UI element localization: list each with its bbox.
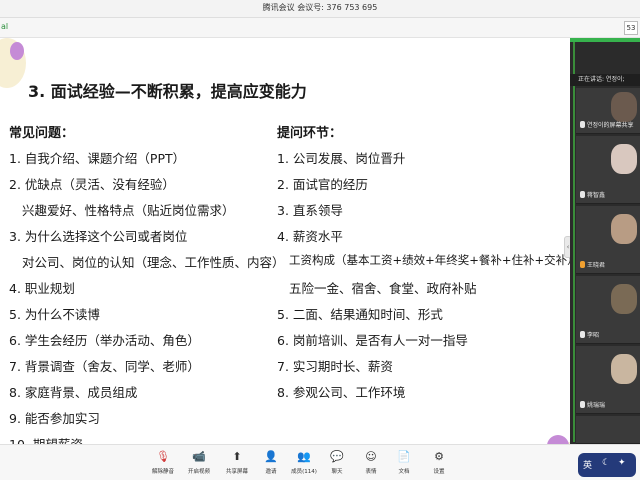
left-line: 7. 背景调查（舍友、同学、老师） (9, 359, 200, 374)
decorative-circle (547, 435, 569, 444)
participant-tile[interactable]: 姚瑞瑞 (576, 346, 640, 414)
meeting-window: 腾讯会议 会议号: 376 753 695 al 53 3. 面试经验—不断积累… (0, 0, 640, 480)
participant-name: 蒋智鑫 (580, 190, 605, 199)
top-strip: al 53 (0, 18, 640, 38)
right-line: 6. 岗前培训、是否有人一对一指导 (277, 333, 468, 348)
left-line: 9. 能否参加实习 (9, 411, 100, 426)
right-line: 8. 参观公司、工作环境 (277, 385, 406, 400)
settings-label: 设置 (433, 469, 445, 475)
unmute-label: 解除静音 (151, 469, 174, 475)
avatar (611, 354, 637, 384)
settings-icon: ⚙ (434, 450, 444, 463)
left-line: 对公司、岗位的认知（理念、工作性质、内容） (22, 255, 285, 270)
tab-label[interactable]: al (1, 22, 8, 31)
start-video-label: 开启视频 (187, 469, 210, 475)
avatar (611, 214, 637, 244)
chat-button[interactable]: 💬 聊天 (320, 450, 354, 475)
left-heading: 常见问题： (9, 126, 75, 141)
participants-panel: 正在讲话: 연정이; 연정이的屏幕共享 蒋智鑫 王晓君 李昭 姚瑞瑞 (570, 38, 640, 444)
left-line: 8. 家庭背景、成员组成 (9, 385, 138, 400)
decorative-circle (10, 42, 24, 60)
title-bar: 腾讯会议 会议号: 376 753 695 (0, 0, 640, 18)
microphone-icon (580, 191, 585, 198)
left-line: 4. 职业规划 (9, 281, 75, 296)
participant-tile-share[interactable]: 연정이的屏幕共享 (576, 88, 640, 134)
start-video-button[interactable]: 📹 开启视频 (182, 450, 216, 475)
share-indicator-bar (570, 38, 640, 42)
microphone-icon (580, 261, 585, 268)
members-icon: 👥 (297, 450, 311, 463)
unmute-button[interactable]: 🎙 解除静音 (146, 450, 180, 475)
left-line: 5. 为什么不读博 (9, 307, 100, 322)
left-line: 3. 为什么选择这个公司或者岗位 (9, 229, 188, 244)
microphone-icon (580, 401, 585, 408)
right-line: 2. 面试官的经历 (277, 177, 368, 192)
sparkle-icon: ✦ (618, 458, 626, 468)
ime-language-label: 英 (583, 461, 593, 471)
right-line: 五险一金、宿舍、食堂、政府补贴 (289, 281, 477, 296)
participant-name: 李昭 (580, 330, 599, 339)
right-line: 7. 实习期时长、薪资 (277, 359, 393, 374)
shared-slide: 3. 面试经验—不断积累，提高应变能力 常见问题： 1. 自我介绍、课题介绍（P… (0, 38, 570, 444)
window-title: 腾讯会议 会议号: 376 753 695 (262, 3, 378, 12)
members-button[interactable]: 👥 成员(114) (287, 450, 321, 475)
participant-name: 姚瑞瑞 (580, 400, 605, 409)
emoji-label: 表情 (365, 469, 377, 475)
right-line: 工资构成（基本工资+绩效+年终奖+餐补+住补+交补） (289, 253, 570, 267)
participant-tile[interactable] (576, 416, 640, 444)
right-line: 3. 直系领导 (277, 203, 343, 218)
share-screen-button[interactable]: ⬆ 共享屏幕 (220, 450, 254, 475)
participant-name: 王晓君 (580, 260, 605, 269)
slide-title: 3. 面试经验—不断积累，提高应变能力 (28, 82, 307, 101)
panel-accent-line (573, 42, 575, 442)
share-screen-label: 共享屏幕 (225, 469, 248, 475)
zoom-indicator[interactable]: 53 (624, 21, 638, 35)
left-line: 6. 学生会经历（举办活动、角色） (9, 333, 200, 348)
emoji-button[interactable]: ☺ 表情 (354, 450, 388, 475)
documents-button[interactable]: 📄 文档 (387, 450, 421, 475)
participant-name: 연정이的屏幕共享 (580, 120, 634, 129)
settings-button[interactable]: ⚙ 设置 (422, 450, 456, 475)
left-line: 10. 期望薪资 (9, 434, 83, 444)
participant-tile[interactable]: 蒋智鑫 (576, 136, 640, 204)
left-line: 1. 自我介绍、课题介绍（PPT） (9, 151, 186, 166)
avatar (611, 92, 637, 122)
right-line: 4. 薪资水平 (277, 229, 343, 244)
participant-tile[interactable]: 李昭 (576, 276, 640, 344)
invite-icon: 👤 (264, 450, 278, 463)
avatar (611, 284, 637, 314)
left-line: 2. 优缺点（灵活、没有经验） (9, 177, 175, 192)
document-icon: 📄 (397, 450, 411, 463)
participant-tile[interactable]: 王晓君 (576, 206, 640, 274)
microphone-icon (580, 121, 585, 128)
right-heading: 提问环节： (277, 126, 343, 141)
chat-label: 聊天 (331, 469, 343, 475)
screen-share-icon: ⬆ (232, 450, 242, 463)
avatar (611, 144, 637, 174)
documents-label: 文档 (398, 469, 410, 475)
chat-icon: 💬 (330, 450, 344, 463)
right-line: 5. 二面、结果通知时间、形式 (277, 307, 443, 322)
speaking-indicator: 正在讲话: 연정이; (570, 74, 640, 86)
invite-label: 邀请 (265, 469, 277, 475)
right-line: 1. 公司发展、岗位晋升 (277, 151, 406, 166)
members-label: 成员(114) (291, 469, 317, 475)
moon-icon: ☾ (602, 458, 611, 468)
bottom-toolbar: 🎙 解除静音 📹 开启视频 ⬆ 共享屏幕 👤 邀请 👥 成员(114) 💬 聊天… (0, 444, 640, 480)
microphone-icon (580, 331, 585, 338)
emoji-icon: ☺ (365, 450, 377, 463)
input-method-indicator[interactable]: 英 ☾ ✦ (578, 453, 636, 477)
microphone-icon: 🎙 (156, 450, 170, 463)
video-icon: 📹 (192, 450, 206, 463)
left-line: 兴趣爱好、性格特点（贴近岗位需求） (22, 203, 235, 218)
invite-button[interactable]: 👤 邀请 (254, 450, 288, 475)
